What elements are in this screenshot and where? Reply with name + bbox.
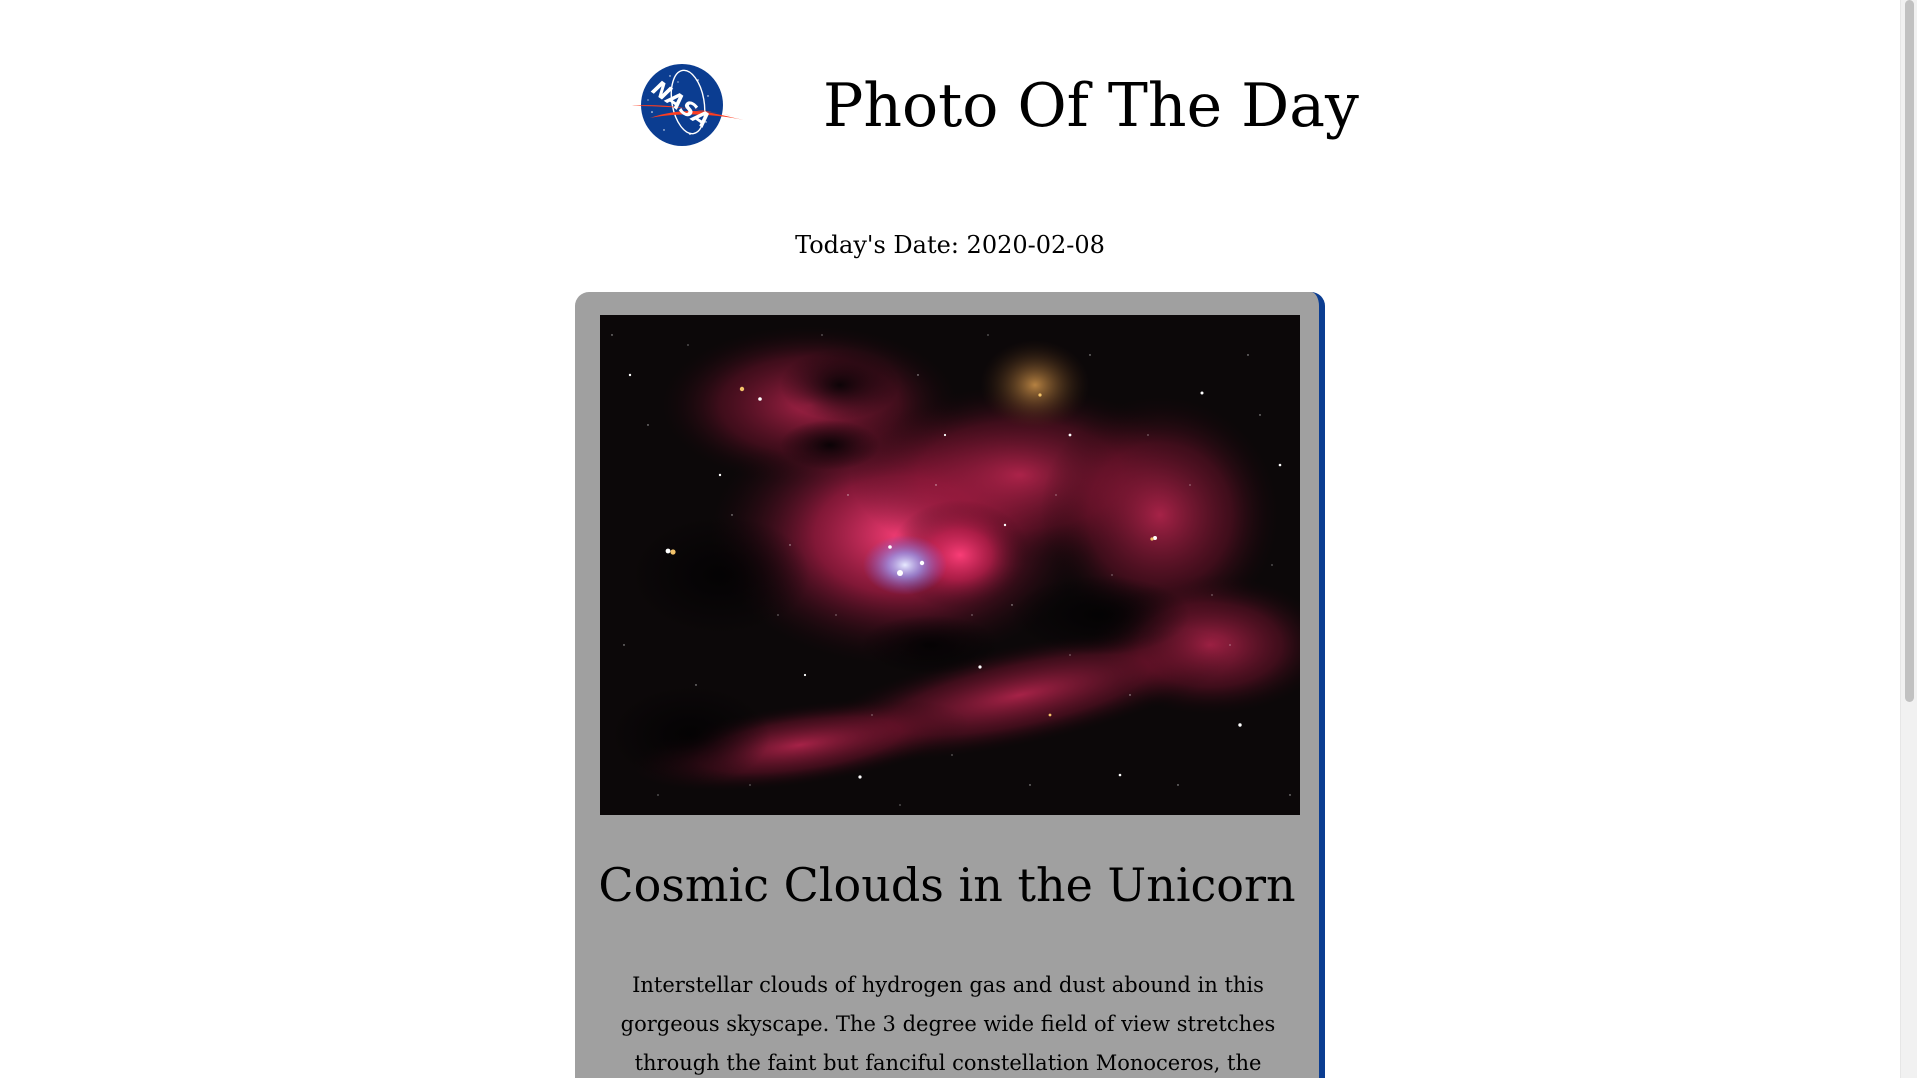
- photo-of-the-day-image: [600, 315, 1300, 815]
- nasa-logo-icon: NASA: [632, 64, 744, 146]
- todays-date: Today's Date: 2020-02-08: [795, 231, 1105, 259]
- page-header: NASA Photo Of The Day: [0, 0, 1900, 200]
- photo-card: [575, 292, 1325, 1078]
- photo-title: Cosmic Clouds in the Unicorn: [598, 858, 1296, 912]
- page: NASA Photo Of The Day Today's Date: 2020…: [0, 0, 1917, 1078]
- photo-explanation: Interstellar clouds of hydrogen gas and …: [620, 973, 1276, 1075]
- vertical-scrollbar[interactable]: [1900, 0, 1917, 1078]
- page-title: Photo Of The Day: [823, 71, 1359, 141]
- scrollbar-thumb[interactable]: [1905, 0, 1914, 702]
